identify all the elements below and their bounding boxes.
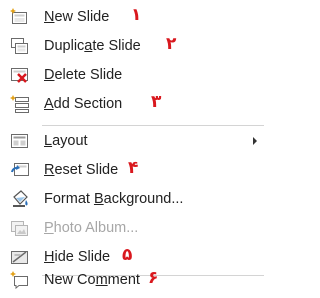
menu-item-label: Delete Slide: [44, 67, 123, 83]
menu-separator: [42, 125, 264, 126]
layout-icon: [10, 131, 30, 151]
menu-item-label: Format Background...: [44, 191, 184, 207]
photo-album-icon: [10, 218, 30, 238]
menu-item-label: New Slide: [44, 9, 110, 25]
reset-slide-icon: [10, 160, 30, 180]
annotation-number: ۶: [148, 268, 159, 288]
menu-item-reset-slide[interactable]: Reset Slide ۴: [0, 156, 264, 185]
menu-item-label: Photo Album...: [44, 220, 139, 236]
delete-slide-icon: [10, 65, 30, 85]
duplicate-slide-icon: [10, 36, 30, 56]
menu-item-add-section[interactable]: Add Section ۳: [0, 90, 264, 119]
annotation-number: ۱: [131, 5, 142, 25]
slide-context-menu: New Slide ۱ Duplicate Slide ۲ Delete Sli…: [0, 0, 264, 298]
submenu-arrow-icon: [253, 137, 257, 145]
menu-item-duplicate-slide[interactable]: Duplicate Slide ۲: [0, 32, 264, 61]
new-comment-icon: [10, 270, 30, 290]
add-section-icon: [10, 94, 30, 114]
menu-item-label: Duplicate Slide: [44, 38, 141, 54]
menu-item-layout[interactable]: Layout: [0, 127, 264, 156]
menu-item-photo-album: Photo Album...: [0, 214, 264, 243]
menu-item-label: Add Section: [44, 96, 123, 112]
menu-item-label: New Comment: [44, 272, 140, 288]
menu-item-label: Hide Slide: [44, 249, 111, 265]
annotation-number: ۴: [128, 158, 139, 178]
hide-slide-icon: [10, 247, 30, 267]
annotation-number: ۵: [122, 245, 133, 265]
menu-item-delete-slide[interactable]: Delete Slide: [0, 61, 264, 90]
menu-item-label: Reset Slide: [44, 162, 119, 178]
menu-item-label: Layout: [44, 133, 88, 149]
annotation-number: ۲: [166, 34, 177, 54]
menu-item-new-comment[interactable]: New Comment ۶: [0, 266, 264, 295]
menu-item-new-slide[interactable]: New Slide ۱: [0, 3, 264, 32]
format-background-icon: [10, 189, 30, 209]
new-slide-icon: [10, 7, 30, 27]
menu-item-format-background[interactable]: Format Background...: [0, 185, 264, 214]
annotation-number: ۳: [151, 92, 162, 112]
